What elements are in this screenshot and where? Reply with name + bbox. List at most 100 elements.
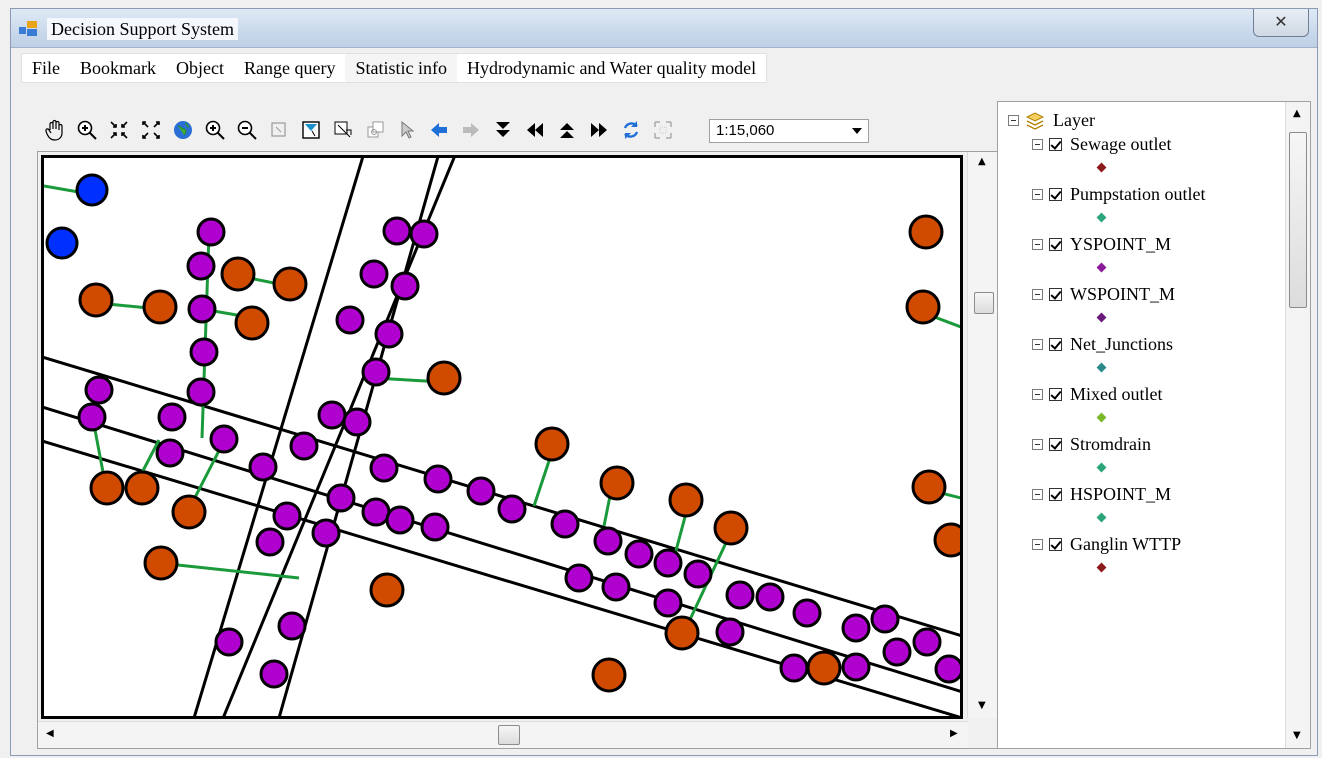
junction-point[interactable] xyxy=(186,377,216,407)
horizontal-scroll-thumb[interactable] xyxy=(498,725,520,745)
close-button[interactable]: ✕ xyxy=(1253,9,1309,37)
layer-item[interactable]: Ganglin WTTP xyxy=(1032,534,1181,555)
junction-point[interactable] xyxy=(84,375,114,405)
junction-point[interactable] xyxy=(683,559,713,589)
junction-point[interactable] xyxy=(196,217,226,247)
outlet-point[interactable] xyxy=(369,572,405,608)
junction-point[interactable] xyxy=(725,580,755,610)
menu-range-query[interactable]: Range query xyxy=(234,54,345,82)
zoom-in-button[interactable] xyxy=(199,114,231,146)
refresh-button[interactable] xyxy=(615,114,647,146)
junction-point[interactable] xyxy=(755,582,785,612)
zoom-in-glass-button[interactable] xyxy=(71,114,103,146)
junction-point[interactable] xyxy=(870,604,900,634)
junction-point[interactable] xyxy=(157,402,187,432)
collapse-icon[interactable] xyxy=(1008,115,1019,126)
junction-point[interactable] xyxy=(423,464,453,494)
layer-item[interactable]: Pumpstation outlet xyxy=(1032,184,1206,205)
menu-object[interactable]: Object xyxy=(166,54,234,82)
outlet-point[interactable] xyxy=(426,360,462,396)
map-drawing[interactable] xyxy=(44,158,960,716)
junction-point[interactable] xyxy=(272,501,302,531)
collapse-icon[interactable] xyxy=(1032,239,1043,250)
junction-point[interactable] xyxy=(653,548,683,578)
scroll-left-icon[interactable]: ◀ xyxy=(46,728,54,739)
layer-item[interactable]: Sewage outlet xyxy=(1032,134,1171,155)
junction-point[interactable] xyxy=(497,494,527,524)
pumpstation-point[interactable] xyxy=(75,173,109,207)
junction-point[interactable] xyxy=(317,400,347,430)
junction-point[interactable] xyxy=(420,512,450,542)
junction-point[interactable] xyxy=(934,654,960,684)
outlet-point[interactable] xyxy=(933,522,960,558)
menu-statistic-info[interactable]: Statistic info xyxy=(345,54,457,82)
layer-item[interactable]: WSPOINT_M xyxy=(1032,284,1175,305)
select-box-button[interactable] xyxy=(263,114,295,146)
junction-point[interactable] xyxy=(593,526,623,556)
fixed-zoom-in-button[interactable] xyxy=(103,114,135,146)
layer-panel-scrollbar[interactable]: ▲ ▼ xyxy=(1285,102,1310,748)
outlet-point[interactable] xyxy=(272,266,308,302)
collapse-icon[interactable] xyxy=(1032,339,1043,350)
outlet-point[interactable] xyxy=(124,470,160,506)
outlet-point[interactable] xyxy=(668,482,704,518)
menu-file[interactable]: File xyxy=(22,54,70,82)
pan-button[interactable] xyxy=(39,114,71,146)
layer-visibility-checkbox[interactable] xyxy=(1049,488,1062,501)
layer-visibility-checkbox[interactable] xyxy=(1049,438,1062,451)
junction-point[interactable] xyxy=(550,509,580,539)
junction-point[interactable] xyxy=(326,483,356,513)
junction-point[interactable] xyxy=(277,611,307,641)
pan-up-button[interactable] xyxy=(551,114,583,146)
back-button[interactable] xyxy=(423,114,455,146)
layer-item[interactable]: Stromdrain xyxy=(1032,434,1151,455)
junction-point[interactable] xyxy=(359,259,389,289)
layer-visibility-checkbox[interactable] xyxy=(1049,388,1062,401)
junction-point[interactable] xyxy=(382,216,412,246)
layer-visibility-checkbox[interactable] xyxy=(1049,188,1062,201)
select-feature-button[interactable] xyxy=(295,114,327,146)
scroll-down-icon[interactable]: ▼ xyxy=(1293,730,1301,741)
junction-point[interactable] xyxy=(155,438,185,468)
scale-dropdown[interactable]: 1:15,060 xyxy=(709,119,869,143)
scroll-down-icon[interactable]: ▼ xyxy=(978,700,986,711)
full-extent-button[interactable] xyxy=(647,114,679,146)
outlet-point[interactable] xyxy=(89,470,125,506)
layer-visibility-checkbox[interactable] xyxy=(1049,138,1062,151)
junction-point[interactable] xyxy=(466,476,496,506)
junction-point[interactable] xyxy=(390,271,420,301)
collapse-icon[interactable] xyxy=(1032,189,1043,200)
junction-point[interactable] xyxy=(187,294,217,324)
outlet-point[interactable] xyxy=(142,289,178,325)
pumpstation-point[interactable] xyxy=(45,226,79,260)
junction-point[interactable] xyxy=(259,659,289,689)
outlet-point[interactable] xyxy=(534,426,570,462)
junction-point[interactable] xyxy=(289,431,319,461)
collapse-icon[interactable] xyxy=(1032,139,1043,150)
junction-point[interactable] xyxy=(564,563,594,593)
forward-button[interactable] xyxy=(455,114,487,146)
outlet-point[interactable] xyxy=(220,256,256,292)
outlet-point[interactable] xyxy=(713,510,749,546)
junction-point[interactable] xyxy=(601,572,631,602)
hyperlink-button[interactable] xyxy=(359,114,391,146)
identify-button[interactable] xyxy=(327,114,359,146)
map-horizontal-scrollbar[interactable]: ◀ ▶ xyxy=(38,721,968,748)
layer-scroll-thumb[interactable] xyxy=(1289,132,1307,308)
junction-point[interactable] xyxy=(653,588,683,618)
globe-button[interactable] xyxy=(167,114,199,146)
outlet-point[interactable] xyxy=(78,282,114,318)
junction-point[interactable] xyxy=(715,617,745,647)
junction-point[interactable] xyxy=(214,627,244,657)
collapse-icon[interactable] xyxy=(1032,539,1043,550)
junction-point[interactable] xyxy=(912,627,942,657)
outlet-point[interactable] xyxy=(911,469,947,505)
layer-visibility-checkbox[interactable] xyxy=(1049,288,1062,301)
junction-point[interactable] xyxy=(779,653,809,683)
junction-point[interactable] xyxy=(409,219,439,249)
junction-point[interactable] xyxy=(841,652,871,682)
junction-point[interactable] xyxy=(385,505,415,535)
outlet-point[interactable] xyxy=(591,657,627,693)
layer-visibility-checkbox[interactable] xyxy=(1049,338,1062,351)
junction-point[interactable] xyxy=(882,637,912,667)
